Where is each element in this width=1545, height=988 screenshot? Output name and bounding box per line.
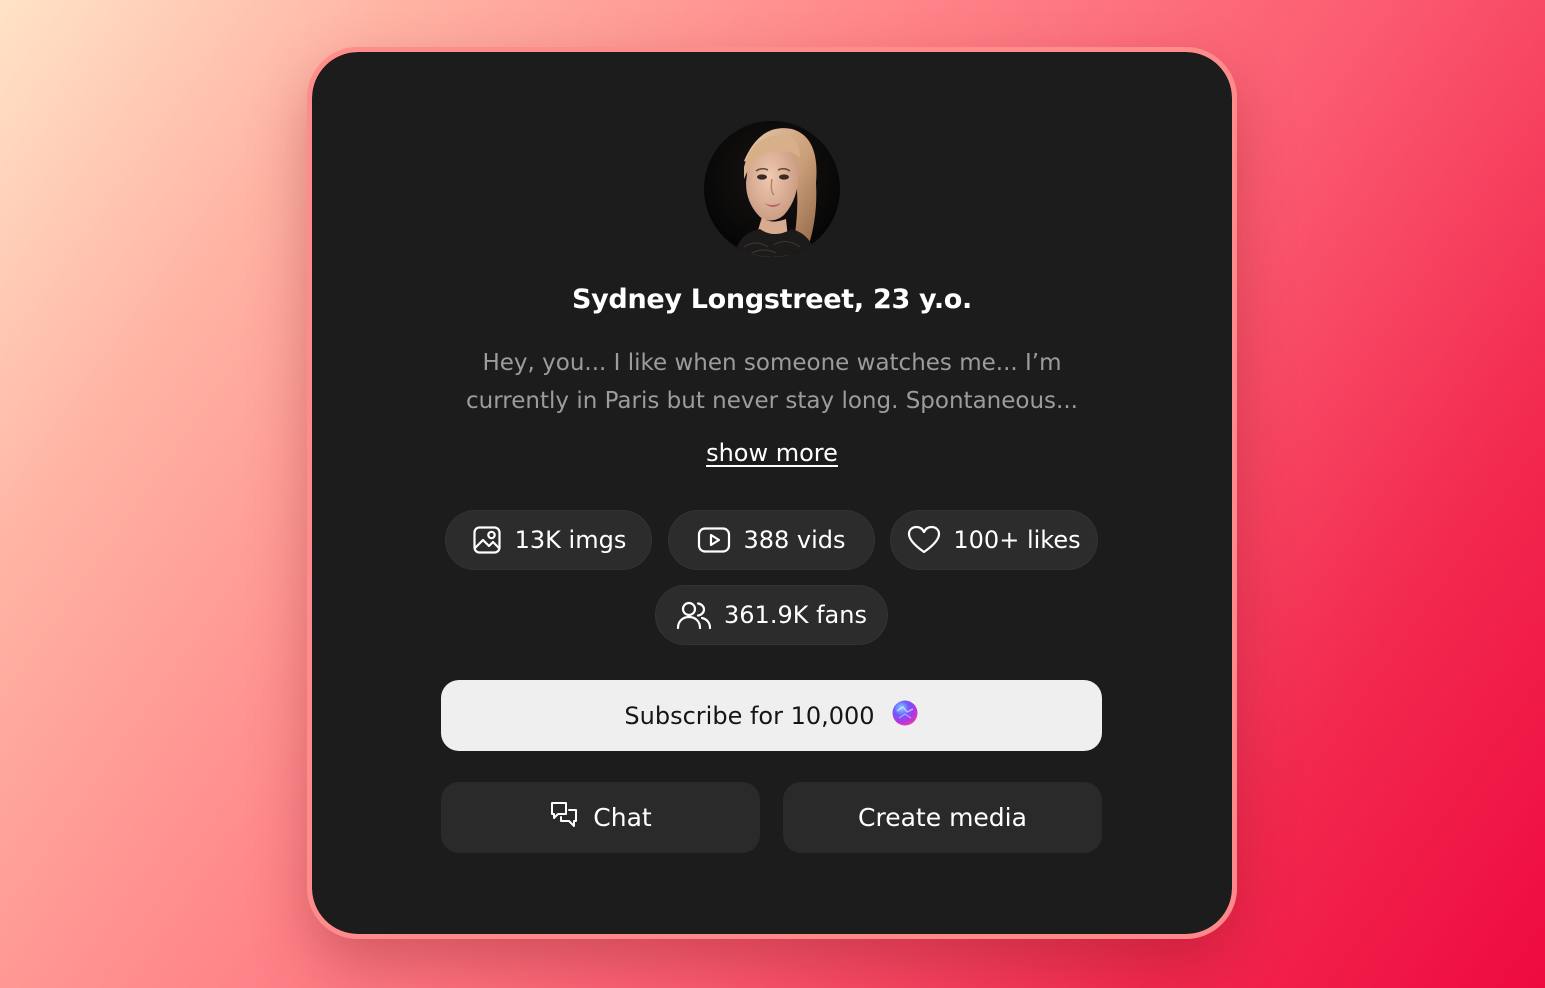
play-icon [697, 526, 731, 554]
images-stat[interactable]: 13K imgs [445, 510, 652, 570]
likes-stat[interactable]: 100+ likes [890, 510, 1098, 570]
profile-name: Sydney Longstreet, 23 y.o. [571, 284, 973, 315]
fans-stat-label: 361.9K fans [724, 601, 867, 629]
profile-bio: Hey, you... I like when someone watches … [466, 350, 1078, 414]
videos-stat-label: 388 vids [743, 526, 846, 554]
chat-button-label: Chat [593, 803, 652, 832]
subscribe-button[interactable]: Subscribe for 10,000 [441, 680, 1102, 751]
heart-icon [907, 525, 941, 555]
image-icon [471, 524, 503, 556]
images-stat-label: 13K imgs [514, 526, 627, 554]
gem-icon [891, 699, 919, 733]
fans-stat[interactable]: 361.9K fans [655, 585, 888, 645]
avatar-photo [704, 121, 840, 257]
subscribe-button-label: Subscribe for 10,000 [624, 701, 875, 730]
profile-card: Sydney Longstreet, 23 y.o. Hey, you... I… [307, 47, 1237, 939]
videos-stat[interactable]: 388 vids [668, 510, 875, 570]
avatar[interactable] [704, 121, 840, 257]
create-media-button-label: Create media [858, 803, 1027, 832]
show-more-row: show more [312, 436, 1232, 470]
chat-button[interactable]: Chat [441, 782, 760, 853]
show-more-link[interactable]: show more [706, 439, 838, 467]
create-media-button[interactable]: Create media [783, 782, 1102, 853]
likes-stat-label: 100+ likes [953, 526, 1081, 554]
chat-icon [549, 800, 579, 836]
users-icon [676, 600, 712, 630]
